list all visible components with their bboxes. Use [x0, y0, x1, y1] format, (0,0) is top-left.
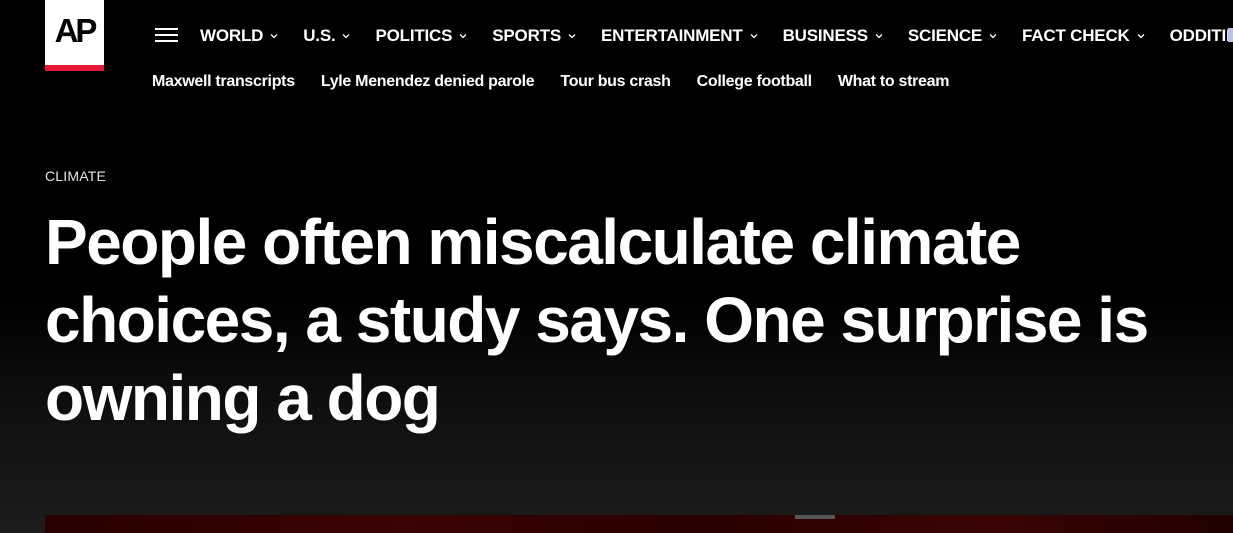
logo-red-bar: [45, 65, 104, 71]
nav-item-politics[interactable]: POLITICS: [375, 26, 467, 46]
nav-item-business[interactable]: BUSINESS: [783, 26, 883, 46]
chevron-down-icon: [1137, 34, 1145, 39]
chevron-down-icon: [989, 34, 997, 39]
nav-item-label: WORLD: [200, 26, 264, 45]
trending-link[interactable]: Lyle Menendez denied parole: [321, 73, 535, 91]
nav-item-us[interactable]: U.S.: [303, 26, 350, 46]
nav-item-label: POLITICS: [375, 26, 453, 45]
nav-item-label: SCIENCE: [907, 26, 983, 45]
trending-link[interactable]: What to stream: [838, 73, 950, 91]
menu-icon[interactable]: [155, 27, 178, 43]
nav-item-label: ODDITIES: [1169, 26, 1233, 45]
nav-item-label: SPORTS: [492, 26, 561, 45]
nav-item-label: BUSINESS: [782, 26, 869, 45]
hero-image: [45, 515, 1233, 533]
main-nav: WORLD U.S. POLITICS SPORTS ENTERTAINMENT…: [200, 24, 1233, 48]
chevron-down-icon: [459, 34, 467, 39]
nav-item-fact-check[interactable]: FACT CHECK: [1022, 26, 1145, 46]
nav-item-oddities[interactable]: ODDITIES: [1170, 26, 1233, 46]
article-category[interactable]: CLIMATE: [45, 168, 106, 184]
trending-link[interactable]: Maxwell transcripts: [152, 73, 295, 91]
nav-item-label: ENTERTAINMENT: [600, 26, 743, 45]
chevron-down-icon: [568, 34, 576, 39]
chevron-down-icon: [750, 34, 758, 39]
hero-image-detail: [795, 515, 835, 519]
nav-item-label: FACT CHECK: [1022, 26, 1130, 45]
trending-link[interactable]: Tour bus crash: [560, 73, 671, 91]
trending-link[interactable]: College football: [697, 73, 813, 91]
page: AP WORLD U.S. POLITICS SPORTS ENTERTAINM…: [0, 0, 1233, 533]
trending-links: Maxwell transcripts Lyle Menendez denied…: [152, 71, 975, 93]
nav-item-science[interactable]: SCIENCE: [908, 26, 997, 46]
logo-text: AP: [54, 12, 98, 49]
nav-item-label: U.S.: [303, 26, 336, 45]
chevron-down-icon: [270, 34, 278, 39]
chevron-down-icon: [875, 34, 883, 39]
ap-logo[interactable]: AP: [45, 0, 104, 71]
nav-item-world[interactable]: WORLD: [200, 26, 278, 46]
nav-item-sports[interactable]: SPORTS: [492, 26, 576, 46]
nav-overflow-edge[interactable]: [1228, 28, 1233, 42]
chevron-down-icon: [343, 34, 350, 39]
article-headline: People often miscalculate climate choice…: [45, 206, 1149, 434]
nav-item-entertainment[interactable]: ENTERTAINMENT: [601, 26, 758, 46]
